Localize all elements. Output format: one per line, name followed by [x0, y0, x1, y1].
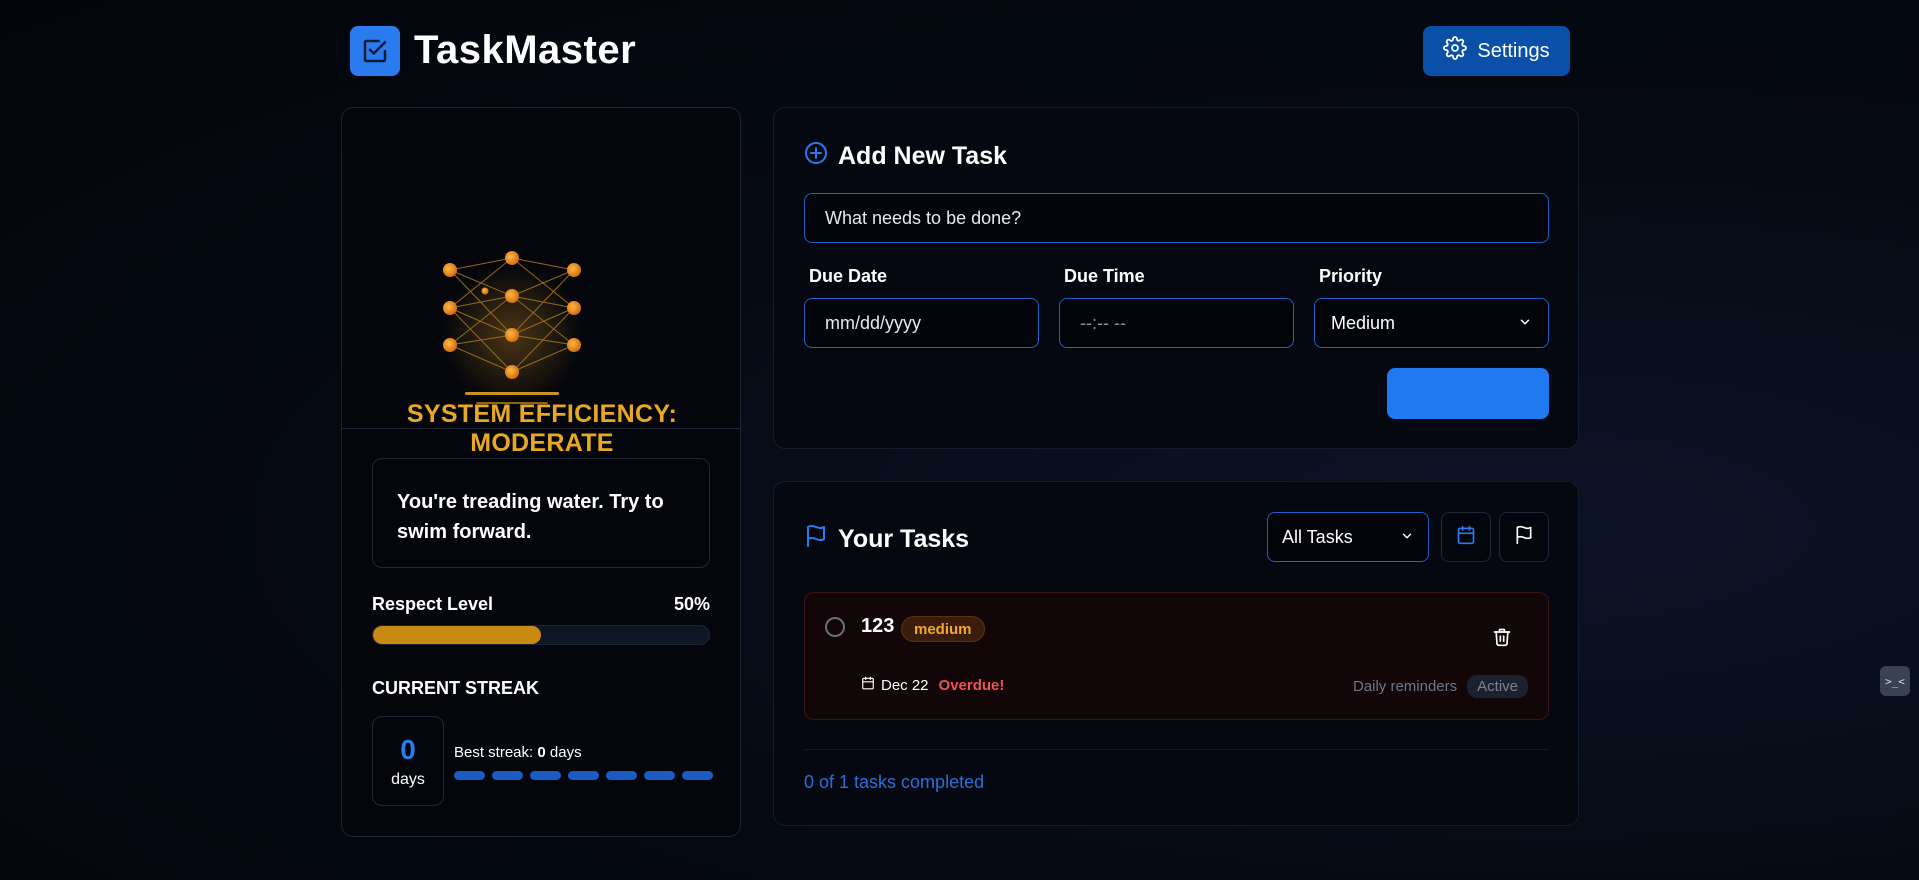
respect-level-value: 50%: [673, 594, 710, 614]
streak-counter: 0 days: [372, 716, 444, 806]
streak-progress-dots: [454, 771, 713, 780]
calendar-icon: [1456, 525, 1476, 550]
due-date-label: Due Date: [809, 266, 888, 286]
chevron-down-icon: [1518, 313, 1532, 334]
due-date-input[interactable]: mm/dd/yyyy: [804, 298, 1039, 348]
task-date-text: Dec 22: [881, 676, 929, 694]
best-streak-label: Best streak:: [454, 744, 534, 761]
streak-dot: [530, 771, 561, 780]
due-date-placeholder: mm/dd/yyyy: [825, 312, 922, 333]
streak-title: CURRENT STREAK: [372, 678, 540, 698]
task-item: 123 medium Dec 22 Overdue! Daily reminde…: [804, 592, 1549, 720]
streak-dot: [644, 771, 675, 780]
streak-dot: [454, 771, 485, 780]
respect-level-label: Respect Level: [372, 594, 494, 614]
filter-value: All Tasks: [1282, 526, 1353, 547]
flag-icon: [1514, 525, 1534, 550]
app-header: TaskMaster Settings: [350, 26, 1570, 76]
chevron-down-icon: [1400, 527, 1414, 548]
streak-unit: days: [391, 771, 425, 788]
due-time-label: Due Time: [1064, 266, 1145, 286]
gear-icon: [1443, 36, 1468, 66]
divider: [804, 749, 1549, 750]
add-task-title: Add New Task: [838, 142, 1008, 170]
task-complete-checkbox[interactable]: [825, 617, 845, 637]
motivation-quote: You're treading water. Try to swim forwa…: [372, 458, 710, 568]
task-input[interactable]: What needs to be done?: [804, 193, 1549, 243]
streak-dot: [606, 771, 637, 780]
app-title: TaskMaster: [414, 28, 637, 72]
tasks-title: Your Tasks: [838, 525, 970, 553]
best-streak-unit: days: [549, 744, 582, 761]
checkbox-icon: [350, 26, 400, 76]
respect-progress-fill: [373, 626, 541, 644]
add-task-button[interactable]: [1387, 368, 1549, 419]
task-input-placeholder: What needs to be done?: [825, 207, 1022, 228]
add-task-header: Add New Task: [804, 141, 1007, 172]
sort-by-date-button[interactable]: [1441, 512, 1491, 562]
floating-assistant-widget[interactable]: >_<: [1880, 666, 1910, 696]
trash-icon: [1492, 628, 1512, 651]
task-reminder: Daily reminders Active: [1353, 675, 1528, 698]
streak-count: 0: [400, 734, 416, 765]
best-streak: Best streak: 0 days: [454, 744, 582, 761]
priority-select[interactable]: Medium: [1314, 298, 1549, 348]
flag-icon: [804, 524, 828, 555]
reminder-status-badge[interactable]: Active: [1467, 675, 1528, 698]
quote-text: You're treading water. Try to swim forwa…: [397, 491, 664, 543]
sort-by-priority-button[interactable]: [1499, 512, 1549, 562]
task-overdue-label: Overdue!: [938, 676, 1005, 694]
reminder-label: Daily reminders: [1352, 678, 1458, 695]
divider: [342, 428, 740, 429]
add-task-panel: Add New Task What needs to be done? Due …: [773, 107, 1579, 449]
task-priority-badge: medium: [901, 616, 985, 642]
task-name: 123: [861, 615, 895, 637]
plus-circle-icon: [804, 141, 828, 172]
due-time-placeholder: --:-- --: [1080, 312, 1126, 333]
tasks-panel: Your Tasks All Tasks 123 medium Dec 22 O…: [773, 481, 1579, 826]
streak-dot: [682, 771, 713, 780]
task-filter-select[interactable]: All Tasks: [1267, 512, 1429, 562]
efficiency-panel: SYSTEM EFFICIENCY: MODERATE You're tread…: [341, 107, 741, 837]
calendar-icon: [861, 676, 875, 694]
streak-dot: [492, 771, 523, 780]
tasks-header: Your Tasks: [804, 524, 969, 555]
widget-label: >_<: [1885, 674, 1905, 688]
priority-label: Priority: [1319, 266, 1383, 286]
efficiency-status: SYSTEM EFFICIENCY: MODERATE: [406, 400, 678, 457]
best-streak-value: 0: [537, 744, 546, 761]
due-time-input[interactable]: --:-- --: [1059, 298, 1294, 348]
settings-label: Settings: [1477, 39, 1550, 62]
streak-dot: [568, 771, 599, 780]
delete-task-button[interactable]: [1492, 627, 1512, 652]
respect-progress-bar: [372, 625, 710, 645]
priority-value: Medium: [1331, 312, 1396, 333]
settings-button[interactable]: Settings: [1423, 26, 1570, 76]
task-due-date: Dec 22 Overdue!: [861, 676, 1004, 694]
tasks-summary: 0 of 1 tasks completed: [804, 772, 985, 792]
